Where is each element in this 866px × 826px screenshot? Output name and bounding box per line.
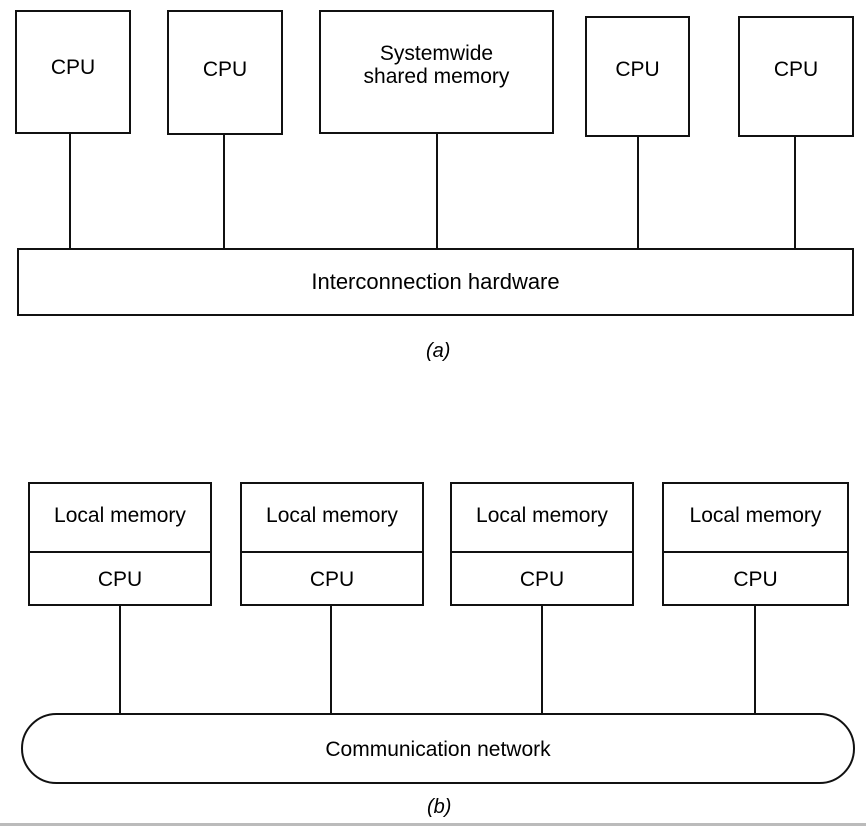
cpu-label: CPU — [309, 568, 355, 591]
caption-a: (a) — [426, 340, 451, 362]
divider — [664, 551, 847, 553]
cpu-box-a3: CPU — [585, 16, 690, 137]
connector-line — [119, 605, 121, 715]
node-box-b4: Local memory CPU — [662, 482, 849, 606]
interconnection-hardware-box: Interconnection hardware — [17, 248, 854, 316]
node-box-b3: Local memory CPU — [450, 482, 634, 606]
cpu-label: CPU — [50, 56, 96, 79]
caption-a-letter: a — [432, 340, 444, 362]
cpu-label: CPU — [733, 568, 778, 591]
shared-memory-box: Systemwide shared memory — [319, 10, 554, 134]
cpu-box-a2: CPU — [167, 10, 283, 135]
local-memory-label: Local memory — [266, 504, 398, 527]
connector-line — [330, 605, 332, 715]
divider — [242, 551, 422, 553]
cpu-label: CPU — [519, 568, 565, 591]
connector-line — [637, 136, 639, 249]
local-memory-label: Local memory — [476, 504, 608, 527]
communication-network-pill: Communication network — [21, 713, 855, 784]
caption-b-letter: b — [433, 796, 445, 818]
cpu-label: CPU — [773, 58, 819, 81]
connector-line — [223, 134, 225, 249]
cpu-label: CPU — [97, 568, 143, 591]
node-box-b1: Local memory CPU — [28, 482, 212, 606]
connector-line — [541, 605, 543, 715]
connector-line — [69, 133, 71, 249]
cpu-label: CPU — [615, 58, 660, 81]
node-box-b2: Local memory CPU — [240, 482, 424, 606]
cpu-box-a1: CPU — [15, 10, 131, 134]
connector-line — [754, 605, 756, 715]
local-memory-label: Local memory — [54, 504, 186, 527]
memory-label-line2: shared memory — [363, 65, 510, 88]
connector-line — [794, 136, 796, 249]
connector-line — [436, 133, 438, 249]
interconnection-label: Interconnection hardware — [311, 269, 560, 294]
network-label: Communication network — [325, 738, 551, 761]
caption-b: (b) — [427, 796, 452, 818]
memory-label-line1: Systemwide — [379, 42, 494, 65]
cpu-box-a4: CPU — [738, 16, 854, 137]
divider — [30, 551, 210, 553]
local-memory-label: Local memory — [689, 504, 822, 527]
cpu-label: CPU — [202, 58, 248, 81]
divider — [452, 551, 632, 553]
